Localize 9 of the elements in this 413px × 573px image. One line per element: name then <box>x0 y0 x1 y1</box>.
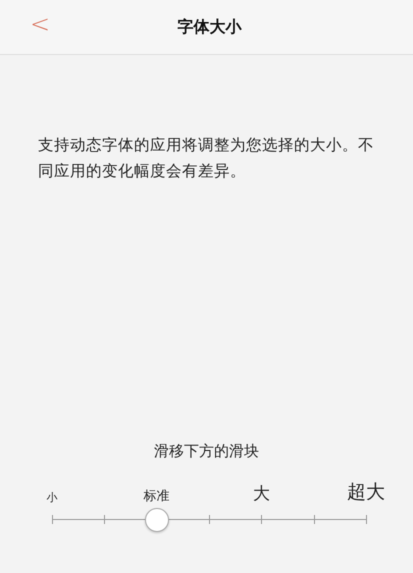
hint-text: 滑移下方的滑块 <box>154 442 259 461</box>
back-button[interactable]: < <box>26 10 54 38</box>
description-text: 支持动态字体的应用将调整为您选择的大小。不同应用的变化幅度会有差异。 <box>38 135 375 182</box>
size-label: 超大 <box>346 480 386 505</box>
size-label: 标准 <box>142 488 171 505</box>
slider-thumb[interactable] <box>144 508 169 532</box>
size-label: 小 <box>46 490 59 505</box>
size-label: 大 <box>252 483 271 505</box>
page-title: 字体大小 <box>176 16 242 38</box>
